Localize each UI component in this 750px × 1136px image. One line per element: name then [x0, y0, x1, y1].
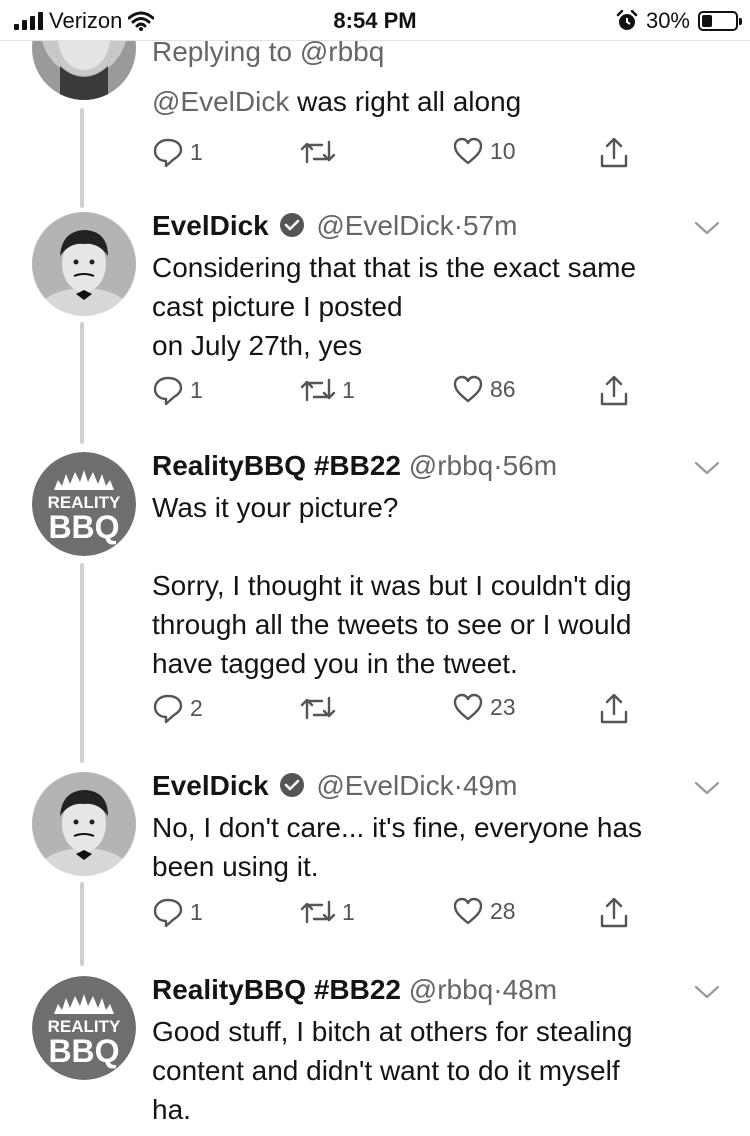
avatar[interactable] [32, 772, 136, 876]
heart-icon [453, 375, 483, 403]
logo-text-bottom: BBQ [48, 1033, 119, 1069]
reply-icon [153, 138, 183, 168]
reply-button[interactable]: 1 [152, 896, 203, 928]
logo-text-bottom: BBQ [48, 509, 119, 545]
share-icon [600, 897, 628, 928]
like-count: 28 [490, 897, 516, 924]
retweet-count: 1 [342, 898, 355, 925]
share-button[interactable] [598, 136, 630, 170]
display-name[interactable]: RealityBBQ #BB22 [152, 450, 401, 481]
tweet-header: EvelDick @EvelDick·57m [152, 210, 518, 241]
like-count: 10 [490, 137, 516, 164]
verified-badge-icon [279, 773, 304, 797]
person-photo-icon [32, 212, 136, 316]
like-button[interactable]: 86 [452, 374, 516, 404]
tweet-text: Considering that that is the exact same … [152, 252, 637, 361]
reply-button[interactable]: 1 [152, 374, 203, 406]
share-button[interactable] [598, 692, 630, 726]
tweet-time: 56m [502, 450, 558, 481]
display-name[interactable]: EvelDick [152, 210, 269, 241]
tweet-header: RealityBBQ #BB22 @rbbq·56m [152, 450, 558, 481]
tweet[interactable]: REALITY BBQ RealityBBQ #BB22 @rbbq·56m W… [0, 436, 750, 756]
tweet-text: @EvelDick was right all along [152, 86, 522, 117]
tweet-actions: 1 1 28 [152, 896, 642, 936]
tweet-time: 48m [502, 974, 558, 1005]
share-button[interactable] [598, 374, 630, 408]
share-icon [600, 693, 628, 724]
tweet-text: Was it your picture? Sorry, I thought it… [152, 492, 632, 679]
retweet-button[interactable] [300, 692, 342, 724]
display-name[interactable]: RealityBBQ #BB22 [152, 974, 401, 1005]
like-button[interactable]: 10 [452, 136, 516, 166]
tweet-header: EvelDick @EvelDick·49m [152, 770, 518, 801]
reality-bbq-logo: REALITY BBQ [32, 976, 136, 1080]
retweet-icon [300, 900, 336, 924]
user-handle[interactable]: @rbbq [409, 450, 493, 481]
tweet-actions: 1 1 86 [152, 374, 642, 414]
retweet-icon [300, 140, 336, 164]
share-button[interactable] [598, 896, 630, 930]
tweet-text: No, I don't care... it's fine, everyone … [152, 812, 643, 882]
heart-icon [453, 137, 483, 165]
retweet-icon [300, 378, 336, 402]
reply-count: 1 [190, 376, 203, 403]
avatar[interactable]: REALITY BBQ [32, 452, 136, 556]
retweet-button[interactable]: 1 [300, 374, 355, 406]
chevron-down-icon[interactable] [694, 984, 720, 1000]
share-icon [600, 375, 628, 406]
like-button[interactable]: 23 [452, 692, 516, 722]
tweet-actions: 2 23 [152, 692, 642, 732]
mention-link[interactable]: @EvelDick [152, 86, 289, 117]
retweet-icon [300, 696, 336, 720]
reply-button[interactable]: 1 [152, 136, 203, 168]
battery-icon [698, 11, 742, 31]
heart-icon [453, 693, 483, 721]
like-count: 86 [490, 375, 516, 402]
retweet-count: 1 [342, 376, 355, 403]
tweet-time: 57m [462, 210, 518, 241]
avatar[interactable] [32, 212, 136, 316]
user-handle[interactable]: @EvelDick [316, 210, 453, 241]
user-handle[interactable]: @EvelDick [316, 770, 453, 801]
reply-count: 1 [190, 898, 203, 925]
chevron-down-icon[interactable] [694, 220, 720, 236]
retweet-button[interactable] [300, 136, 342, 168]
tweet-time: 49m [462, 770, 518, 801]
avatar[interactable]: REALITY BBQ [32, 976, 136, 1080]
chevron-down-icon[interactable] [694, 460, 720, 476]
reply-count: 2 [190, 694, 203, 721]
person-photo-icon [32, 772, 136, 876]
chevron-down-icon[interactable] [694, 780, 720, 796]
alarm-icon [616, 10, 638, 30]
reply-icon [153, 376, 183, 406]
tweet[interactable]: REALITY BBQ RealityBBQ #BB22 @rbbq·48m G… [0, 960, 750, 1136]
display-name[interactable]: EvelDick [152, 770, 269, 801]
like-count: 23 [490, 693, 516, 720]
tweet[interactable]: EvelDick @EvelDick·57m Considering that … [0, 196, 750, 432]
like-button[interactable]: 28 [452, 896, 516, 926]
reality-bbq-logo: REALITY BBQ [32, 452, 136, 556]
status-right: 30% [616, 8, 742, 34]
reply-count: 1 [190, 138, 203, 165]
user-handle[interactable]: @rbbq [409, 974, 493, 1005]
status-bar: Verizon 8:54 PM 30% [0, 0, 750, 41]
tweet-header: RealityBBQ #BB22 @rbbq·48m [152, 974, 558, 1005]
verified-badge-icon [279, 213, 304, 237]
tweet-actions: 1 10 [152, 136, 642, 176]
battery-percent: 30% [645, 8, 690, 33]
tweet[interactable]: EvelDick @EvelDick·49m No, I don't care.… [0, 756, 750, 964]
share-icon [600, 137, 628, 168]
retweet-button[interactable]: 1 [300, 896, 355, 928]
heart-icon [453, 897, 483, 925]
reply-icon [153, 898, 183, 928]
reply-button[interactable]: 2 [152, 692, 203, 724]
reply-icon [153, 694, 183, 724]
tweet-text: Good stuff, I bitch at others for steali… [152, 1016, 633, 1125]
